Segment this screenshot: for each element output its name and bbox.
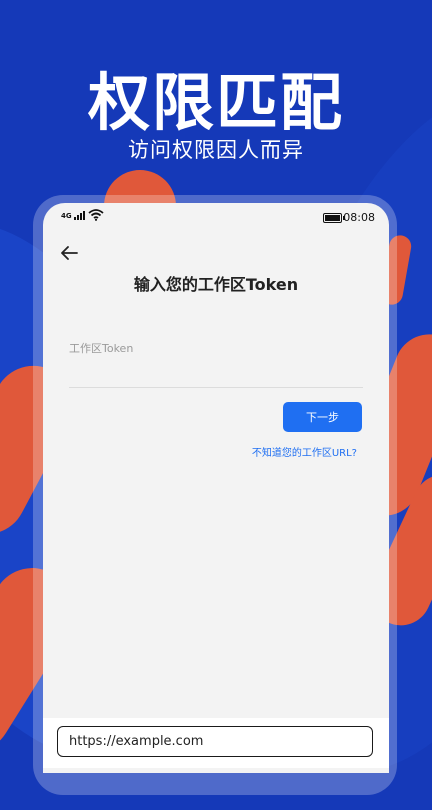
signal-icon: 4G — [61, 211, 85, 220]
network-type: 4G — [61, 212, 72, 220]
url-input[interactable] — [57, 726, 373, 757]
workspace-url-help-link[interactable]: 不知道您的工作区URL? — [252, 444, 357, 459]
hero-title: 权限匹配 — [87, 66, 344, 139]
page-title: 输入您的工作区Token — [133, 275, 299, 294]
token-field-label: 工作区Token — [69, 342, 134, 355]
phone-screen: 4G 08:08 输入您的工作区Token 工作区Token 下一步 不知道您的… — [43, 203, 389, 773]
battery-icon — [323, 213, 342, 223]
wifi-icon — [88, 209, 104, 221]
next-button[interactable]: 下一步 — [283, 402, 362, 432]
status-bar: 4G 08:08 — [43, 203, 389, 233]
status-time: 08:08 — [343, 211, 375, 224]
hero-subtitle: 访问权限因人而异 — [128, 138, 304, 162]
token-input[interactable] — [69, 361, 363, 388]
back-arrow-icon[interactable] — [57, 241, 81, 265]
